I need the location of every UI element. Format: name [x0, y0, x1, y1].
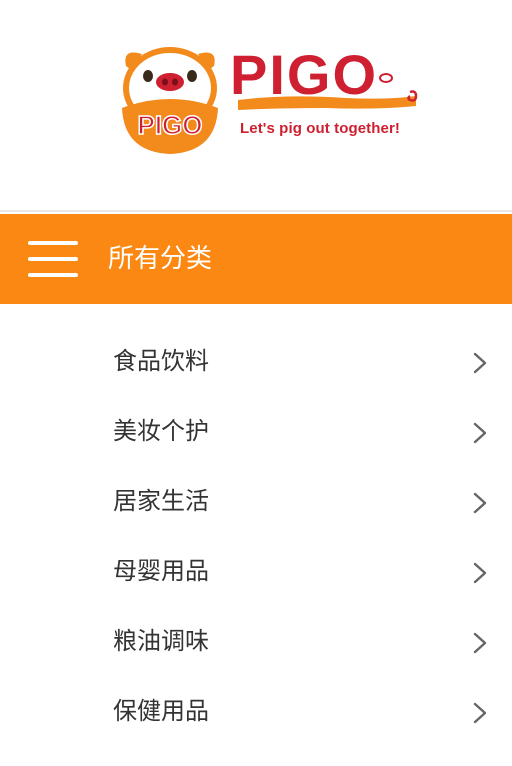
hamburger-menu-icon[interactable]: [28, 241, 78, 277]
category-item-label: 居家生活: [113, 487, 209, 515]
category-item-label: 食品饮料: [113, 347, 209, 375]
chevron-right-icon: [473, 492, 487, 514]
logo-header: PIGO PIGO Let's pig out together!: [0, 0, 512, 212]
category-item-label: 粮油调味: [113, 627, 209, 655]
chevron-right-icon: [473, 702, 487, 724]
wordmark-text: PIGO: [230, 43, 378, 106]
chevron-right-icon: [473, 562, 487, 584]
category-item-food-drink[interactable]: 食品饮料: [0, 326, 512, 396]
pigo-wordmark-logo: PIGO: [230, 43, 418, 110]
brand-tagline: Let's pig out together!: [240, 120, 401, 137]
chevron-right-icon: [473, 632, 487, 654]
category-item-mother-baby[interactable]: 母婴用品: [0, 536, 512, 606]
category-item-health-products[interactable]: 保健用品: [0, 676, 512, 746]
category-item-home-living[interactable]: 居家生活: [0, 466, 512, 536]
category-item-grain-oil-seasoning[interactable]: 粮油调味: [0, 606, 512, 676]
category-bar: 所有分类: [0, 214, 512, 304]
category-item-label: 美妆个护: [113, 417, 209, 445]
chevron-right-icon: [473, 352, 487, 374]
category-page: PIGO PIGO Let's pig out together! 所有分类 食…: [0, 0, 512, 766]
category-list: 食品饮料 美妆个护 居家生活 母婴用品 粮油调味 保健用品: [0, 326, 512, 746]
header-divider: [0, 210, 512, 212]
chevron-right-icon: [473, 422, 487, 444]
category-item-beauty-care[interactable]: 美妆个护: [0, 396, 512, 466]
category-item-label: 母婴用品: [113, 557, 209, 585]
category-item-label: 保健用品: [113, 697, 209, 725]
pig-mascot-logo: PIGO: [122, 47, 218, 154]
mascot-logo-text: PIGO: [137, 110, 202, 140]
category-bar-title: 所有分类: [108, 244, 213, 274]
